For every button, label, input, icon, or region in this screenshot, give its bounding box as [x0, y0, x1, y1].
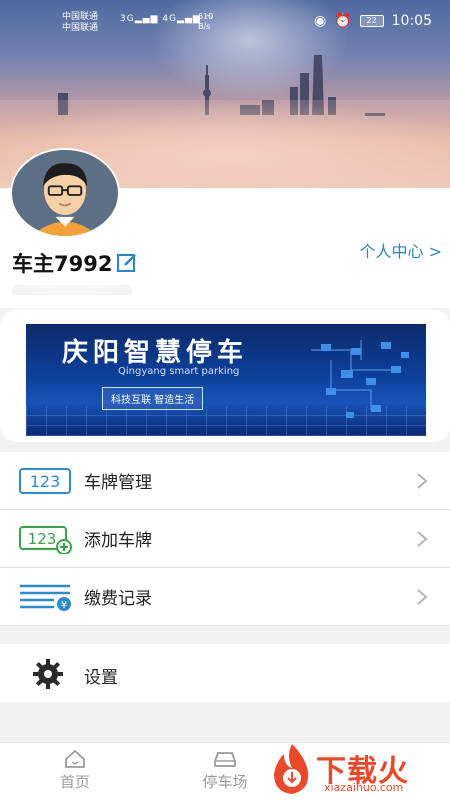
network-speed: 610 B/s — [198, 12, 214, 31]
carrier-label-1: 中国联通 — [62, 12, 99, 22]
username-text: 车主7992 — [12, 252, 113, 276]
tab-parking-lot[interactable]: 停车场 — [185, 749, 265, 792]
plate-123-icon: 123 — [19, 468, 71, 494]
tab-label: 首页 — [59, 773, 90, 791]
menu-item-settings[interactable]: 设置 — [0, 644, 450, 702]
status-time: 10:05 — [391, 13, 432, 29]
flame-logo-icon — [274, 744, 309, 794]
watermark: 下载火 xiazaihuo.com — [266, 740, 450, 800]
gear-icon — [33, 659, 63, 689]
car-icon — [214, 752, 236, 767]
add-plate-icon: 123 — [19, 526, 72, 554]
tab-home[interactable]: 首页 — [35, 749, 115, 792]
edit-icon[interactable] — [116, 252, 138, 274]
carrier-label-2: 中国联通 — [62, 23, 99, 33]
menu-label: 车牌管理 — [84, 473, 152, 493]
banner-subtitle: Qingyang smart parking — [118, 366, 240, 377]
menu-item-payment-records[interactable]: ¥ 缴费记录 — [0, 568, 450, 626]
username: 车主7992 — [12, 248, 138, 278]
home-icon — [65, 749, 85, 768]
settings-label: 设置 — [84, 668, 118, 688]
menu-item-add-plate[interactable]: 123 添加车牌 — [0, 510, 450, 568]
menu-item-plate-management[interactable]: 123 车牌管理 — [0, 452, 450, 510]
status-bar: 中国联通 中国联通 3G▂▄▆ 4G▂▄▆ ◠ 610 B/s ◉ ⏰ 22 1… — [0, 0, 450, 40]
payment-record-icon: ¥ — [20, 584, 71, 611]
personal-center-link[interactable]: 个人中心 > — [360, 238, 443, 262]
banner-title: 庆阳智慧停车 — [62, 338, 249, 368]
menu-list: 123 车牌管理 123 添加车牌 ¥ 缴费记录 — [0, 452, 450, 626]
menu-label: 缴费记录 — [84, 589, 152, 609]
network-nodes-graphic — [311, 340, 409, 418]
avatar[interactable] — [10, 148, 120, 238]
blurred-info — [12, 285, 132, 295]
alarm-icon: ⏰ — [334, 13, 352, 29]
chevron-right-icon — [417, 473, 428, 489]
eye-icon: ◉ — [313, 13, 327, 29]
svg-text:¥: ¥ — [61, 600, 67, 611]
chevron-right-icon — [417, 531, 428, 547]
menu-label: 添加车牌 — [84, 531, 152, 551]
chevron-right-icon — [417, 589, 428, 605]
tab-label: 停车场 — [202, 773, 248, 791]
avatar-illustration — [12, 150, 118, 236]
svg-text:123: 123 — [28, 530, 57, 548]
battery-icon: 22 — [359, 15, 384, 27]
promo-banner[interactable]: 庆阳智慧停车 Qingyang smart parking 科技互联 智造生活 — [26, 324, 426, 436]
svg-text:123: 123 — [30, 472, 61, 491]
banner-badge: 科技互联 智造生活 — [102, 387, 204, 410]
